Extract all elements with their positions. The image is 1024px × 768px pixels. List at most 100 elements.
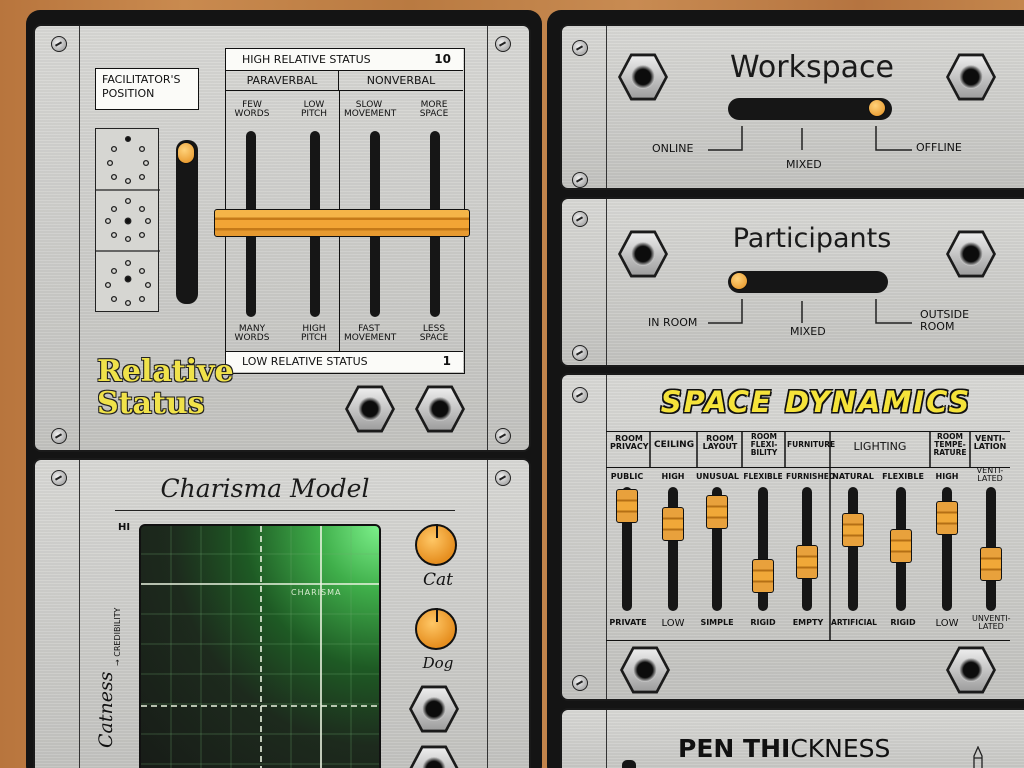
fader-top-label: FLEXIBLE [882, 472, 924, 481]
fader-knob[interactable] [796, 545, 818, 579]
screw-icon [495, 470, 511, 486]
participants-switch[interactable] [728, 271, 888, 293]
label-slow-movement: SLOW MOVEMENT [344, 100, 397, 120]
pen-title-c: CKNESS [790, 734, 891, 763]
jack-icon[interactable] [415, 385, 465, 433]
jack-icon[interactable] [620, 646, 670, 694]
pen-title-b: THI [743, 734, 791, 763]
pen-thickness-title: PEN THICKNESS [678, 734, 890, 763]
cat-knob[interactable] [415, 524, 457, 566]
workspace-panel: Workspace ONLINE MIXED OFFLINE [560, 24, 1024, 190]
screw-icon [51, 428, 67, 444]
workspace-option-offline: OFFLINE [916, 141, 962, 154]
workspace-switch[interactable] [728, 98, 892, 120]
arrow-icon: → [113, 656, 122, 666]
jack-icon[interactable] [409, 685, 459, 733]
y-top-label: HI [118, 522, 131, 533]
screw-icon [572, 345, 588, 361]
fader-bottom-label: RIGID [750, 618, 776, 627]
fader-ceiling[interactable] [662, 487, 684, 611]
high-status-value: 10 [434, 52, 451, 66]
workspace-option-mixed: MIXED [786, 158, 822, 171]
fader-bottom-label: SIMPLE [700, 618, 734, 627]
fader-bottom-label: UNVENTI- LATED [972, 614, 1011, 632]
jack-icon[interactable] [946, 53, 996, 101]
label-less-space: LESS SPACE [419, 324, 449, 344]
fader-room-flexibility[interactable] [752, 487, 774, 611]
participants-option-outside-room: OUTSIDE ROOM [920, 308, 970, 333]
pen-title-a: PEN [678, 734, 744, 763]
fader-lighting-flexible[interactable] [890, 487, 912, 611]
charisma-screen: CHARISMA [139, 524, 381, 768]
label-few-words: FEW WORDS [234, 100, 270, 120]
relative-status-panel: FACILITATOR'S POSITION HIGH RELATIVE STA [33, 24, 531, 452]
fader-lighting-natural[interactable] [842, 487, 864, 611]
fader-top-label: FLEXIBLE [743, 472, 783, 481]
status-bar-handle[interactable] [214, 209, 470, 237]
participants-title: Participants [732, 223, 892, 254]
screw-icon [572, 40, 588, 56]
screw-icon [495, 428, 511, 444]
charisma-model-panel: Charisma Model HI → CREDIBILITY Catness … [33, 458, 531, 768]
fader-top-label: NATURAL [832, 472, 874, 481]
pen-slider-stub[interactable] [622, 760, 636, 768]
facilitator-position-slider[interactable] [176, 140, 198, 304]
low-status-row: LOW RELATIVE STATUS 1 [226, 351, 463, 372]
fader-top-label: VENTI- LATED [976, 466, 1004, 484]
slider-knob[interactable] [177, 142, 195, 164]
screw-icon [572, 387, 588, 403]
title-line-2: Status [97, 386, 205, 421]
fader-furniture[interactable] [796, 487, 818, 611]
fader-knob[interactable] [980, 547, 1002, 581]
space-dynamics-title: SPACE DYNAMICS [660, 385, 972, 419]
fader-knob[interactable] [936, 501, 958, 535]
charisma-curve-label: CHARISMA [291, 588, 342, 597]
fader-top-label: HIGH [661, 472, 685, 481]
header-ventilation: VENTI- LATION [973, 434, 1007, 452]
fader-top-label: FURNISHED [786, 472, 836, 481]
jack-icon[interactable] [618, 230, 668, 278]
fader-knob[interactable] [890, 529, 912, 563]
screw-icon [51, 470, 67, 486]
switch-knob[interactable] [868, 99, 886, 117]
relative-status-table: HIGH RELATIVE STATUS 10 PARAVERBAL NONVE… [214, 48, 470, 374]
fader-knob[interactable] [616, 489, 638, 523]
jack-icon[interactable] [946, 646, 996, 694]
fader-knob[interactable] [752, 559, 774, 593]
relative-status-title: Relative Status [97, 356, 234, 420]
fader-knob[interactable] [706, 495, 728, 529]
label-high-pitch: HIGH PITCH [300, 324, 328, 344]
fader-knob[interactable] [842, 513, 864, 547]
title-line-1: Relative [97, 354, 234, 389]
catness-label: Catness [95, 671, 117, 748]
fader-room-privacy[interactable] [616, 487, 638, 611]
fader-knob[interactable] [662, 507, 684, 541]
label-more-space: MORE SPACE [419, 100, 449, 120]
space-dynamics-panel: SPACE DYNAMICS ROOM PRIVACY CEILING ROOM… [560, 373, 1024, 701]
pen-icon [972, 745, 984, 768]
group-paraverbal: PARAVERBAL [226, 71, 339, 91]
fader-bottom-label: RIGID [890, 618, 916, 627]
fader-bottom-label: PRIVATE [609, 618, 647, 627]
jack-icon[interactable] [345, 385, 395, 433]
low-status-value: 1 [442, 354, 451, 368]
jack-icon[interactable] [409, 745, 459, 768]
header-room-flexibility: ROOM FLEXI- BILITY [750, 432, 778, 457]
jack-icon[interactable] [946, 230, 996, 278]
workspace-title: Workspace [730, 50, 894, 85]
fader-room-layout[interactable] [706, 487, 728, 611]
high-status-label: HIGH RELATIVE STATUS [242, 53, 371, 66]
screw-icon [495, 36, 511, 52]
fader-ventilation[interactable] [980, 487, 1002, 611]
jack-icon[interactable] [618, 53, 668, 101]
fader-top-label: PUBLIC [610, 472, 644, 481]
low-status-label: LOW RELATIVE STATUS [242, 355, 368, 368]
fader-bottom-label: ARTIFICIAL [831, 618, 877, 627]
fader-bottom-label: LOW [935, 618, 959, 629]
switch-knob[interactable] [730, 272, 748, 290]
label-many-words: MANY WORDS [234, 324, 270, 344]
fader-room-temperature[interactable] [936, 487, 958, 611]
position-dots [95, 128, 160, 312]
dog-knob[interactable] [415, 608, 457, 650]
charisma-title: Charisma Model [160, 474, 370, 503]
